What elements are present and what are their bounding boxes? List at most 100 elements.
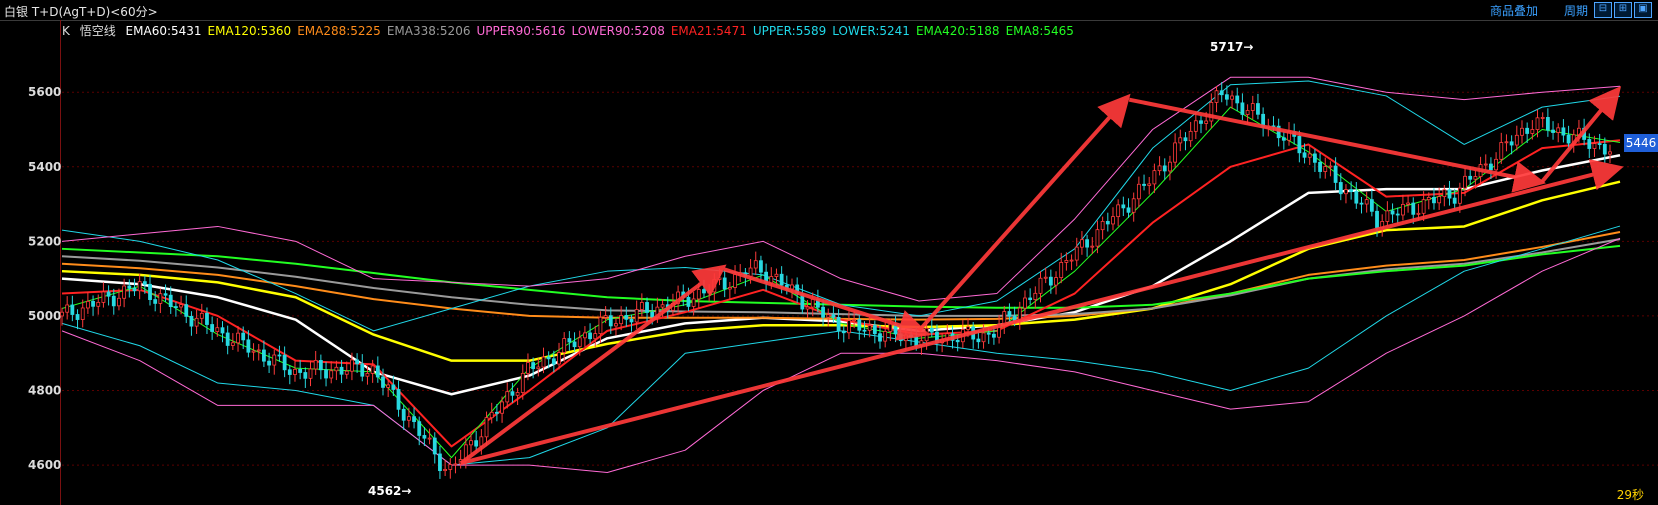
candle-body xyxy=(350,359,354,372)
candle-body xyxy=(396,389,401,410)
candle-body xyxy=(1401,204,1405,216)
candle-body xyxy=(526,362,530,374)
candle-body xyxy=(1131,198,1136,213)
indicator-legend: K 悟空线 EMA60:5431 EMA120:5360 EMA288:5225 EM… xyxy=(62,22,1086,39)
candle-body xyxy=(650,312,655,318)
candle-body xyxy=(272,354,277,366)
candle-body xyxy=(1080,239,1084,248)
candle-body xyxy=(619,315,624,325)
candle-body xyxy=(1240,102,1245,115)
candle-body xyxy=(1390,210,1395,215)
candle-body xyxy=(872,325,877,335)
candle-body xyxy=(1095,229,1100,247)
candle-body xyxy=(184,304,189,317)
candle-body xyxy=(577,337,582,348)
candle-body xyxy=(593,333,598,340)
candle-body xyxy=(1463,175,1467,189)
candle-body xyxy=(686,296,691,307)
candle-body xyxy=(1416,212,1421,215)
candle-body xyxy=(810,299,815,308)
candle-body xyxy=(639,302,644,310)
candle-body xyxy=(303,372,308,379)
candle-body xyxy=(148,283,152,300)
legend-items: EMA60:5431 EMA120:5360 EMA288:5225 EMA338:5… xyxy=(126,24,1080,38)
candle-body xyxy=(1364,199,1369,205)
candle-body xyxy=(888,323,893,332)
candle-body xyxy=(572,341,577,348)
candle-body xyxy=(158,293,163,304)
candle-body xyxy=(1074,246,1079,261)
series-line-upper xyxy=(61,80,1621,332)
legend-k-label: K xyxy=(62,24,70,38)
candle-body xyxy=(75,314,80,320)
candle-body xyxy=(251,350,256,353)
candle-body xyxy=(1048,276,1053,286)
candle-body xyxy=(986,332,991,335)
candle-body xyxy=(924,327,929,342)
candle-body xyxy=(117,297,121,307)
candle-body xyxy=(370,365,375,374)
candle-body xyxy=(510,391,515,396)
y-tick-label: 5200 xyxy=(28,234,61,248)
candle-body xyxy=(1297,135,1302,154)
candle-body xyxy=(1395,213,1400,216)
legend-item: UPPER90:5616 xyxy=(476,24,566,38)
candle-body xyxy=(111,295,116,307)
candle-body xyxy=(505,391,510,403)
candle-body xyxy=(1028,297,1033,301)
candle-body xyxy=(60,311,64,317)
candle-body xyxy=(412,416,416,423)
candle-body xyxy=(401,408,406,421)
candle-body xyxy=(624,315,629,320)
y-tick-label: 4800 xyxy=(28,384,61,398)
candle-body xyxy=(1007,311,1012,317)
candle-body xyxy=(1421,199,1426,214)
candle-body xyxy=(608,315,613,327)
candle-body xyxy=(1406,202,1410,205)
candle-body xyxy=(210,324,215,332)
candle-body xyxy=(614,323,618,327)
candle-body xyxy=(484,417,489,438)
candle-body xyxy=(246,339,251,353)
price-chart[interactable]: 4600 4800 5000 5200 5400 5600 xyxy=(0,0,1658,505)
candle-body xyxy=(821,306,825,318)
candle-body xyxy=(722,277,727,290)
candle-body xyxy=(1111,216,1115,225)
legend-item: EMA288:5225 xyxy=(297,24,381,38)
candle-body xyxy=(1069,259,1074,262)
candle-body xyxy=(267,360,271,366)
candle-body xyxy=(329,370,334,379)
candle-body xyxy=(1602,143,1607,155)
candle-body xyxy=(96,301,101,307)
candle-body xyxy=(1530,129,1535,134)
legend-item: UPPER:5589 xyxy=(752,24,827,38)
candle-body xyxy=(583,332,587,339)
candle-body xyxy=(898,333,903,342)
candle-body xyxy=(1168,161,1172,172)
candle-body xyxy=(1369,199,1374,212)
candle-body xyxy=(1064,260,1069,263)
candle-body xyxy=(417,421,422,436)
candle-body xyxy=(1105,220,1110,225)
candle-body xyxy=(717,277,722,280)
candle-body xyxy=(344,370,349,375)
legend-item: EMA338:5206 xyxy=(386,24,471,38)
legend-item: EMA21:5471 xyxy=(670,24,747,38)
candle-body xyxy=(1126,207,1131,213)
candle-body xyxy=(878,333,882,342)
legend-item: EMA120:5360 xyxy=(207,24,292,38)
candle-body xyxy=(132,287,137,292)
candle-body xyxy=(531,362,536,370)
candle-body xyxy=(1157,165,1162,172)
candle-body xyxy=(567,338,572,343)
candle-body xyxy=(629,318,634,323)
candle-body xyxy=(153,299,158,304)
candle-body xyxy=(1054,277,1058,286)
candle-body xyxy=(287,369,292,375)
candle-body xyxy=(225,332,230,346)
candle-body xyxy=(707,291,712,294)
candle-body xyxy=(1162,165,1167,172)
candle-body xyxy=(1100,220,1105,231)
candle-body xyxy=(536,366,541,370)
legend-item: EMA8:5465 xyxy=(1005,24,1074,38)
